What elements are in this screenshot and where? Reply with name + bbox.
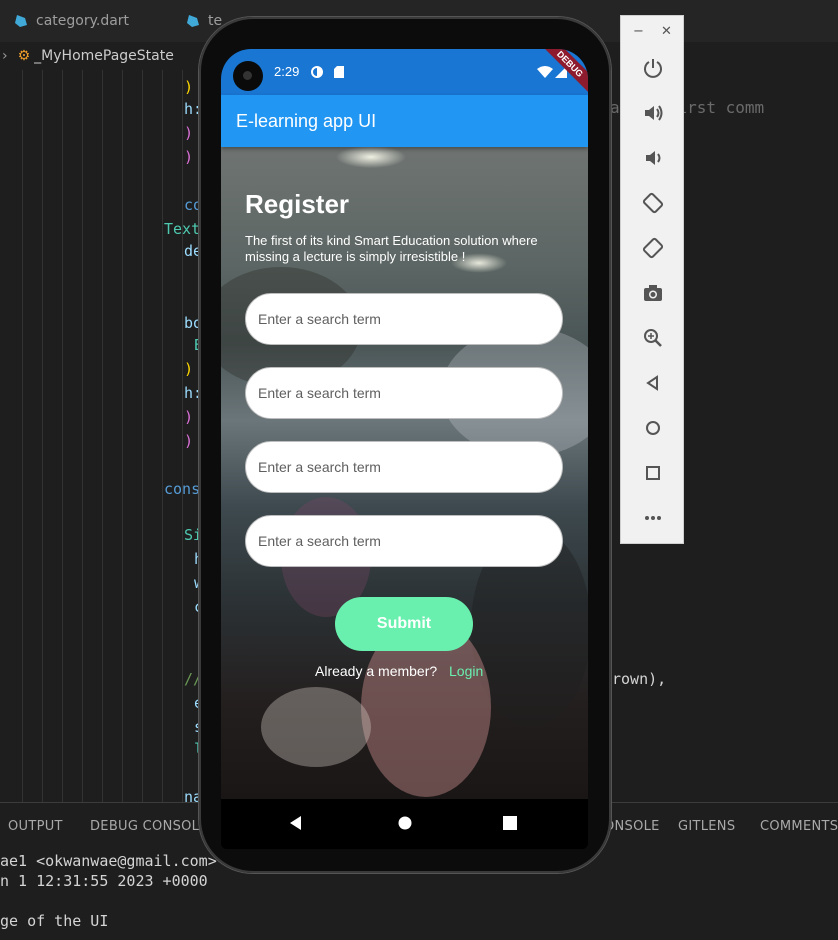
rotate-left-icon[interactable] <box>641 191 665 215</box>
close-button[interactable]: ✕ <box>661 24 672 39</box>
status-bar: 2:29 DEBUG <box>221 49 588 98</box>
app-bar-title: E-learning app UI <box>236 111 377 131</box>
chevron-right-icon: › <box>2 48 8 64</box>
dart-file-icon <box>187 15 199 27</box>
panel-tab-output[interactable]: OUTPUT <box>8 819 63 834</box>
camera-icon[interactable] <box>641 281 665 305</box>
overview-icon[interactable] <box>641 461 665 485</box>
terminal-line: n 1 12:31:55 2023 +0000 <box>0 872 208 890</box>
rotate-right-icon[interactable] <box>641 236 665 260</box>
panel-tab-gitlens[interactable]: GITLENS <box>678 819 735 834</box>
code-token: ) <box>184 124 194 142</box>
code-token: rown), <box>612 670 667 688</box>
register-subtitle: The first of its kind Smart Education so… <box>245 233 538 264</box>
input-field-3[interactable] <box>245 441 563 493</box>
wifi-icon <box>537 66 553 78</box>
input-field-1[interactable] <box>245 293 563 345</box>
already-member-text: Already a member? <box>315 663 438 679</box>
code-token: Text <box>164 220 201 238</box>
code-token: cons <box>164 480 201 498</box>
login-link[interactable]: Login <box>449 663 483 679</box>
nav-back-icon[interactable] <box>287 814 305 832</box>
background-photo: Register The first of its kind Smart Edu… <box>221 147 588 799</box>
status-time: 2:29 <box>274 64 300 79</box>
input-field-4[interactable] <box>245 515 563 567</box>
phone-screen: 2:29 DEBUG E-learning app UI Register Th… <box>221 49 588 849</box>
input-field-2[interactable] <box>245 367 563 419</box>
zoom-icon[interactable] <box>641 326 665 350</box>
tab-label: category.dart <box>36 13 130 29</box>
nav-overview-icon[interactable] <box>501 814 519 832</box>
minimize-button[interactable]: − <box>633 24 644 39</box>
front-camera <box>233 61 263 91</box>
code-token: ) <box>184 148 194 166</box>
android-nav-bar <box>221 799 588 849</box>
power-icon[interactable] <box>641 56 665 80</box>
panel-tab-debug-console[interactable]: DEBUG CONSOLE <box>90 819 208 834</box>
terminal-line: ge of the UI <box>0 912 109 930</box>
volume-up-icon[interactable] <box>641 101 665 125</box>
terminal-line: ae1 <okwanwae@gmail.com> <box>0 852 217 870</box>
panel-tab-comments[interactable]: COMMENTS <box>760 819 838 834</box>
code-token: ) <box>184 78 194 96</box>
emulator-toolbar: − ✕ <box>620 15 684 544</box>
app-bar: E-learning app UI <box>221 95 588 147</box>
register-title: Register <box>245 189 350 219</box>
panel-tab-console[interactable]: ONSOLE <box>604 819 660 834</box>
volume-down-icon[interactable] <box>641 146 665 170</box>
code-token: ) <box>184 360 194 378</box>
more-icon[interactable] <box>641 506 665 530</box>
code-token: ) <box>184 432 194 450</box>
breadcrumb-class[interactable]: _MyHomePageState <box>34 48 174 64</box>
data-saver-icon <box>311 66 323 78</box>
sd-card-icon <box>334 66 344 78</box>
nav-home-icon[interactable] <box>396 814 414 832</box>
home-icon[interactable] <box>641 416 665 440</box>
submit-button[interactable]: Submit <box>335 597 473 651</box>
code-token: ) <box>184 408 194 426</box>
back-icon[interactable] <box>641 371 665 395</box>
tab-category-dart[interactable]: category.dart <box>14 0 129 42</box>
class-icon: ⚙ <box>17 48 31 64</box>
dart-file-icon <box>15 15 27 27</box>
